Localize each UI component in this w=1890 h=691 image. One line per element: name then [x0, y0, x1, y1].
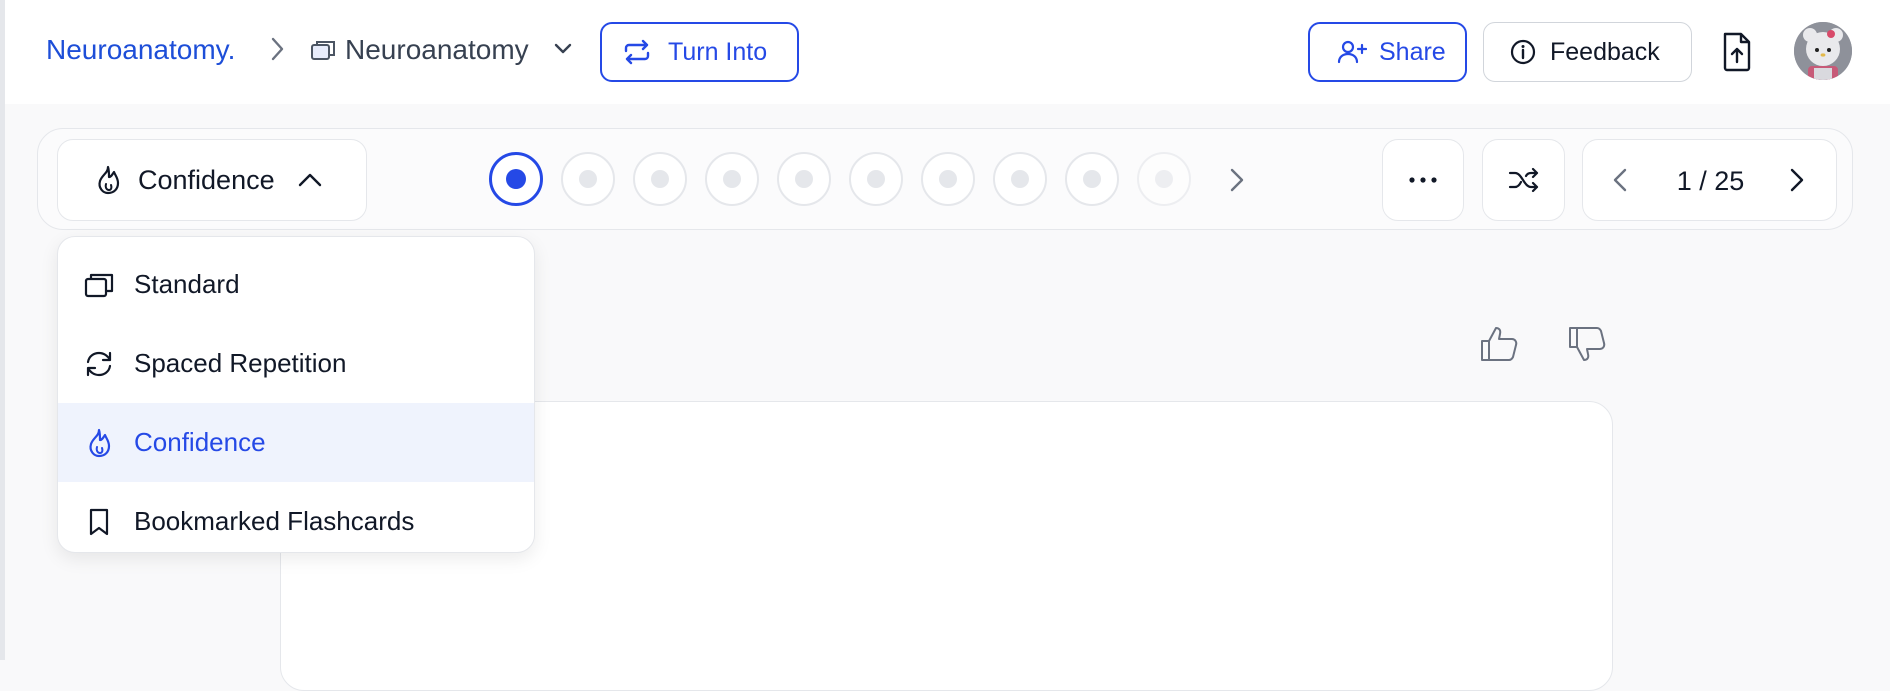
breadcrumb-deck-dropdown[interactable]: Neuroanatomy	[345, 34, 529, 66]
top-bar: Neuroanatomy. Neuroanatomy Turn Into Sha…	[5, 0, 1890, 104]
progress-dot[interactable]	[633, 152, 687, 206]
chevron-right-icon[interactable]	[1788, 166, 1806, 199]
share-label: Share	[1379, 37, 1446, 66]
progress-dot-current[interactable]	[489, 152, 543, 206]
menu-item-label: Bookmarked Flashcards	[134, 506, 415, 536]
study-mode-menu: Standard Spaced Repetition Confidence Bo…	[57, 236, 535, 553]
convert-arrows-icon	[624, 39, 650, 65]
menu-item-label: Standard	[134, 269, 240, 299]
progress-dot[interactable]	[777, 152, 831, 206]
card-pager: 1 / 25	[1582, 139, 1837, 221]
progress-dot[interactable]	[921, 152, 975, 206]
bookmark-icon	[89, 508, 109, 535]
shuffle-button[interactable]	[1482, 139, 1565, 221]
feedback-label: Feedback	[1550, 37, 1660, 66]
turn-into-label: Turn Into	[668, 37, 768, 66]
study-mode-label: Confidence	[138, 164, 275, 195]
share-button[interactable]: Share	[1308, 22, 1467, 82]
chevron-right-icon	[270, 36, 286, 67]
cards-icon	[84, 273, 114, 297]
chevron-up-icon	[298, 173, 321, 187]
progress-dot[interactable]	[561, 152, 615, 206]
avatar[interactable]	[1794, 22, 1852, 80]
progress-dot[interactable]	[1137, 152, 1191, 206]
flame-icon	[98, 165, 120, 195]
breadcrumb-collection-link[interactable]: Neuroanatomy.	[46, 34, 235, 66]
turn-into-button[interactable]: Turn Into	[600, 22, 799, 82]
menu-item-confidence[interactable]: Confidence	[58, 403, 534, 482]
progress-dot[interactable]	[1065, 152, 1119, 206]
chevron-down-icon[interactable]	[553, 42, 573, 61]
progress-dot[interactable]	[705, 152, 759, 206]
more-options-button[interactable]	[1382, 139, 1464, 221]
info-icon	[1510, 39, 1536, 65]
thumbs-down-icon[interactable]	[1567, 325, 1607, 368]
deck-cards-icon	[310, 38, 336, 67]
add-user-icon	[1337, 40, 1367, 64]
more-horizontal-icon	[1409, 177, 1437, 183]
study-mode-select[interactable]: Confidence	[57, 139, 367, 221]
shuffle-icon	[1508, 167, 1538, 193]
menu-item-label: Spaced Repetition	[134, 348, 347, 378]
thumbs-up-icon[interactable]	[1479, 325, 1519, 368]
flame-icon	[89, 428, 111, 457]
export-file-icon[interactable]	[1721, 32, 1753, 77]
chevron-right-icon[interactable]	[1228, 166, 1246, 199]
menu-item-spaced-repetition[interactable]: Spaced Repetition	[58, 324, 534, 403]
menu-item-bookmarked-flashcards[interactable]: Bookmarked Flashcards	[58, 482, 534, 552]
progress-dot[interactable]	[849, 152, 903, 206]
progress-dot[interactable]	[993, 152, 1047, 206]
refresh-icon	[86, 351, 112, 376]
menu-item-standard[interactable]: Standard	[58, 245, 534, 324]
menu-item-label: Confidence	[134, 427, 266, 457]
feedback-button[interactable]: Feedback	[1483, 22, 1692, 82]
